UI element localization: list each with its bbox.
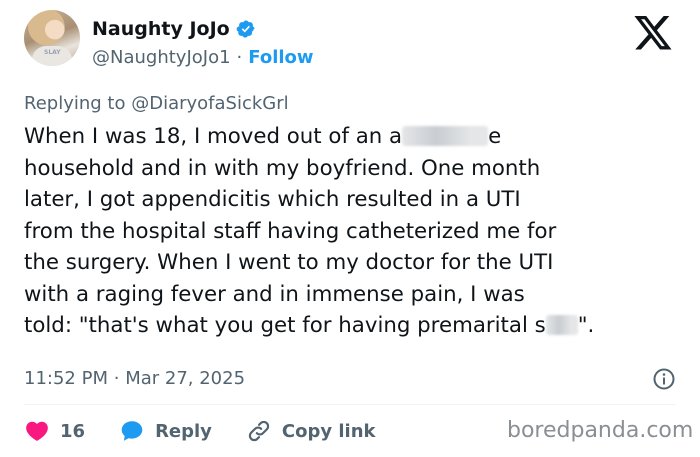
like-count: 16 [60, 420, 86, 442]
tweet-date: Mar 27, 2025 [125, 368, 246, 389]
replying-to-prefix: Replying to [24, 93, 126, 114]
author-display-name[interactable]: Naughty JoJo [92, 18, 230, 40]
tweet-line-text: told: "that's what you get for having pr… [24, 313, 546, 338]
tweet-line: told: "that's what you get for having pr… [24, 310, 684, 342]
tweet-timestamp[interactable]: 11:52 PM · Mar 27, 2025 [24, 368, 245, 389]
like-button[interactable]: 16 [24, 418, 85, 444]
tweet-line: household and in with my boyfriend. One … [24, 155, 541, 181]
reply-button[interactable]: Reply [119, 418, 212, 444]
tweet-line: later, I got appendicitis which resulted… [24, 187, 521, 212]
follow-button[interactable]: Follow [248, 47, 313, 68]
tweet-text: When I was 18, I moved out of an a e hous… [24, 121, 684, 342]
tweet-line-text: e [488, 124, 502, 149]
copy-link-label: Copy link [281, 420, 376, 442]
tweet-line: When I was 18, I moved out of an a e [24, 121, 684, 153]
verified-badge-icon [236, 20, 255, 38]
reply-label: Reply [155, 420, 212, 442]
author-handle[interactable]: @NaughtyJoJo1 [92, 47, 231, 68]
heart-icon [26, 421, 48, 441]
info-icon[interactable] [652, 367, 676, 391]
tweet-line: from the hospital staff having catheteri… [24, 218, 557, 244]
timestamp-separator: · [113, 368, 120, 389]
tweet-line: the surgery. When I went to my doctor fo… [24, 250, 554, 275]
reply-bubble-icon [121, 421, 143, 441]
tweet-line-text: ". [577, 313, 595, 338]
tweet-time: 11:52 PM [24, 368, 108, 389]
censored-word-blur [545, 315, 578, 335]
x-logo-icon[interactable] [634, 16, 672, 50]
action-bar: 16 Reply Copy link [24, 418, 410, 444]
tweet-line-text: When I was 18, I moved out of an a [24, 124, 403, 149]
replying-to-mention[interactable]: @DiaryofaSickGrl [131, 93, 288, 114]
avatar[interactable]: SLAY [24, 10, 80, 66]
handle-separator: · [236, 47, 243, 68]
author-name-row: Naughty JoJo [92, 18, 256, 40]
divider [24, 404, 676, 405]
watermark: boredpanda.com [507, 418, 694, 443]
replying-to-line: Replying to @DiaryofaSickGrl [24, 93, 289, 114]
copy-link-button[interactable]: Copy link [246, 418, 376, 444]
author-handle-row: @NaughtyJoJo1 · Follow [92, 47, 314, 68]
tweet-line: with a raging fever and in immense pain,… [24, 281, 525, 307]
avatar-shirt-text: SLAY [44, 49, 61, 56]
censored-word-blur [402, 126, 489, 146]
link-icon [248, 420, 270, 442]
